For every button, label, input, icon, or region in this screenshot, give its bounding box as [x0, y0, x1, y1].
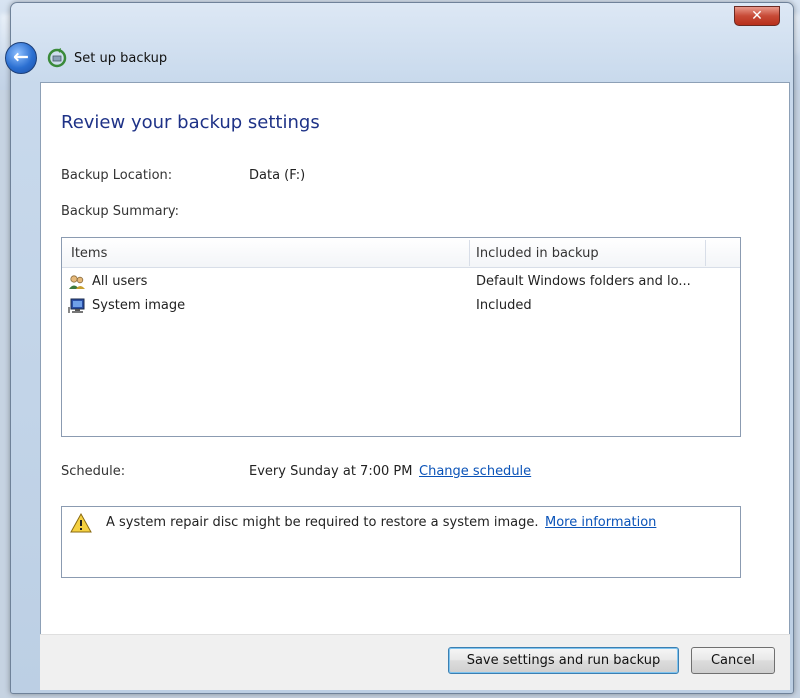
warning-box: A system repair disc might be required t…: [61, 506, 741, 578]
close-button[interactable]: ✕: [734, 6, 780, 26]
item-included: Included: [476, 298, 532, 313]
column-header-items[interactable]: Items: [71, 246, 107, 261]
back-arrow-icon: ←: [13, 46, 29, 68]
backup-icon: [47, 48, 67, 68]
table-row[interactable]: All users Default Windows folders and lo…: [62, 270, 740, 294]
computer-icon: [68, 298, 85, 313]
back-button[interactable]: ←: [5, 42, 37, 74]
change-schedule-link[interactable]: Change schedule: [419, 464, 531, 479]
column-divider[interactable]: [705, 240, 706, 266]
cancel-button[interactable]: Cancel: [691, 647, 775, 674]
backup-summary-table: Items Included in backup All users Defau…: [61, 237, 741, 437]
page-heading: Review your backup settings: [61, 112, 320, 133]
schedule-value: Every Sunday at 7:00 PM: [249, 464, 413, 479]
item-name: System image: [92, 298, 186, 313]
table-row[interactable]: System image Included: [62, 294, 740, 318]
backup-location-label: Backup Location:: [61, 168, 173, 183]
save-and-run-button[interactable]: Save settings and run backup: [448, 647, 679, 674]
backup-location-value: Data (F:): [249, 168, 306, 183]
table-header: Items Included in backup: [62, 238, 740, 268]
item-included: Default Windows folders and lo...: [476, 274, 691, 289]
schedule-label: Schedule:: [61, 464, 126, 479]
warning-text: A system repair disc might be required t…: [106, 515, 539, 530]
column-divider[interactable]: [469, 240, 470, 266]
column-header-included[interactable]: Included in backup: [476, 246, 599, 261]
users-icon: [69, 275, 85, 289]
window-title: Set up backup: [74, 51, 168, 66]
item-name: All users: [92, 274, 148, 289]
more-information-link[interactable]: More information: [545, 515, 656, 530]
backup-summary-label: Backup Summary:: [61, 204, 180, 219]
warning-icon: [70, 513, 92, 533]
